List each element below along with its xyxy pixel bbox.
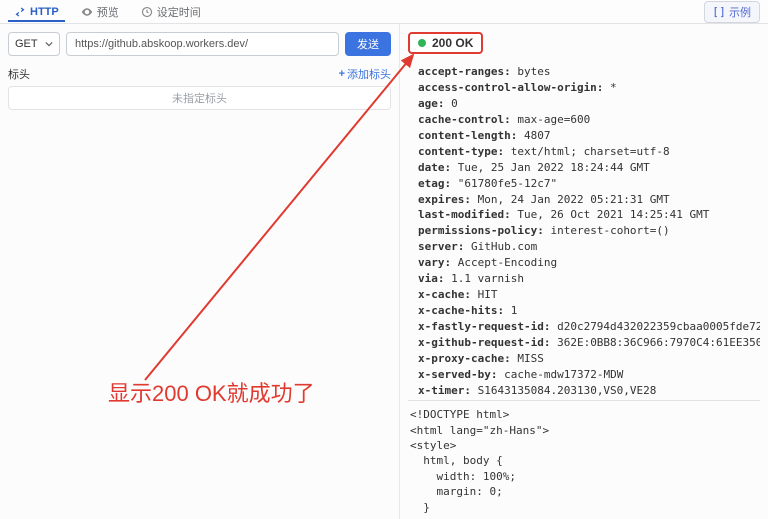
response-header-value: Accept-Encoding	[451, 256, 557, 269]
response-header-value: GitHub.com	[464, 240, 537, 253]
response-header-name: expires:	[418, 193, 471, 206]
response-header-name: content-type:	[418, 145, 504, 158]
response-header-name: last-modified:	[418, 208, 511, 221]
response-header-row: x-cache-hits: 1	[418, 303, 758, 319]
response-header-name: via:	[418, 272, 445, 285]
response-header-value: bytes	[511, 65, 551, 78]
response-header-value: Tue, 25 Jan 2022 18:24:44 GMT	[451, 161, 650, 174]
response-header-row: x-served-by: cache-mdw17372-MDW	[418, 367, 758, 383]
response-header-row: last-modified: Tue, 26 Oct 2021 14:25:41…	[418, 207, 758, 223]
response-header-name: date:	[418, 161, 451, 174]
response-header-value: cache-mdw17372-MDW	[497, 368, 623, 381]
response-header-name: etag:	[418, 177, 451, 190]
response-header-value: 362E:0BB8:36C966:7970C4:61EE3503	[550, 336, 760, 349]
tab-preview-label: 预览	[97, 4, 119, 20]
response-header-row: permissions-policy: interest-cohort=()	[418, 223, 758, 239]
brackets-icon	[713, 6, 725, 18]
response-header-value: 1	[504, 304, 517, 317]
clock-icon	[141, 6, 153, 18]
response-header-row: x-cache: HIT	[418, 287, 758, 303]
response-header-value: MISS	[511, 352, 544, 365]
response-status: 200 OK	[408, 32, 483, 54]
response-header-name: access-control-allow-origin:	[418, 81, 603, 94]
response-header-name: server:	[418, 240, 464, 253]
response-header-name: x-timer:	[418, 384, 471, 397]
plus-icon: +	[339, 68, 345, 80]
response-header-name: permissions-policy:	[418, 224, 544, 237]
response-body: <!DOCTYPE html> <html lang="zh-Hans"> <s…	[408, 400, 760, 515]
response-header-row: vary: Accept-Encoding	[418, 255, 758, 271]
url-input[interactable]	[66, 32, 339, 56]
tab-schedule[interactable]: 设定时间	[135, 0, 207, 24]
response-header-row: etag: "61780fe5-12c7"	[418, 176, 758, 192]
response-header-value: *	[603, 81, 616, 94]
chevron-down-icon	[45, 40, 53, 48]
example-label: 示例	[729, 4, 751, 20]
response-header-name: age:	[418, 97, 445, 110]
response-header-value: Mon, 24 Jan 2022 05:21:31 GMT	[471, 193, 670, 206]
response-header-name: accept-ranges:	[418, 65, 511, 78]
response-header-name: x-github-request-id:	[418, 336, 550, 349]
response-headers-list: accept-ranges: bytesaccess-control-allow…	[408, 62, 760, 400]
response-header-row: cache-control: max-age=600	[418, 112, 758, 128]
response-header-row: content-length: 4807	[418, 128, 758, 144]
response-header-row: age: 0	[418, 96, 758, 112]
request-pane: GET 发送 标头 + 添加标头 未指定标头 显示200 OK就成功了	[0, 24, 400, 519]
add-header-label: 添加标头	[347, 66, 391, 82]
response-header-value: 0	[445, 97, 458, 110]
http-method-select[interactable]: GET	[8, 32, 60, 56]
response-pane: 200 OK accept-ranges: bytesaccess-contro…	[400, 24, 768, 519]
tab-schedule-label: 设定时间	[157, 4, 201, 20]
top-tabbar: HTTP 预览 设定时间 示例	[0, 0, 768, 24]
response-header-row: content-type: text/html; charset=utf-8	[418, 144, 758, 160]
response-header-name: x-cache:	[418, 288, 471, 301]
response-header-value: 4807	[517, 129, 550, 142]
method-value: GET	[15, 38, 38, 50]
response-header-value: 1.1 varnish	[445, 272, 524, 285]
response-header-value: text/html; charset=utf-8	[504, 145, 670, 158]
response-header-name: cache-control:	[418, 113, 511, 126]
response-header-row: accept-ranges: bytes	[418, 64, 758, 80]
response-header-name: vary:	[418, 256, 451, 269]
response-header-row: access-control-allow-origin: *	[418, 80, 758, 96]
response-header-row: expires: Mon, 24 Jan 2022 05:21:31 GMT	[418, 192, 758, 208]
response-header-name: x-cache-hits:	[418, 304, 504, 317]
eye-icon	[81, 6, 93, 18]
response-header-name: content-length:	[418, 129, 517, 142]
response-header-row: via: 1.1 varnish	[418, 271, 758, 287]
annotation-text: 显示200 OK就成功了	[108, 376, 315, 408]
response-header-value: interest-cohort=()	[544, 224, 670, 237]
response-header-row: date: Tue, 25 Jan 2022 18:24:44 GMT	[418, 160, 758, 176]
example-button[interactable]: 示例	[704, 1, 760, 23]
response-header-name: x-proxy-cache:	[418, 352, 511, 365]
headers-empty-placeholder: 未指定标头	[8, 86, 391, 110]
response-header-row: x-proxy-cache: MISS	[418, 351, 758, 367]
swap-icon	[14, 6, 26, 18]
response-header-value: Tue, 26 Oct 2021 14:25:41 GMT	[511, 208, 710, 221]
response-header-value: max-age=600	[511, 113, 590, 126]
response-header-name: x-fastly-request-id:	[418, 320, 550, 333]
response-header-name: x-served-by:	[418, 368, 497, 381]
tab-http-label: HTTP	[30, 6, 59, 18]
response-header-value: HIT	[471, 288, 498, 301]
tab-preview[interactable]: 预览	[75, 0, 125, 24]
response-header-value: "61780fe5-12c7"	[451, 177, 557, 190]
status-dot-icon	[418, 39, 426, 47]
send-button[interactable]: 发送	[345, 32, 391, 56]
response-header-row: server: GitHub.com	[418, 239, 758, 255]
response-header-row: x-github-request-id: 362E:0BB8:36C966:79…	[418, 335, 758, 351]
add-header-button[interactable]: + 添加标头	[339, 66, 391, 82]
response-header-row: x-timer: S1643135084.203130,VS0,VE28	[418, 383, 758, 399]
response-header-row: x-fastly-request-id: d20c2794d432022359c…	[418, 319, 758, 335]
response-header-value: d20c2794d432022359cbaa0005fde72f7805d5f4	[550, 320, 760, 333]
status-text: 200 OK	[432, 36, 473, 50]
headers-title: 标头	[8, 66, 30, 82]
response-header-value: S1643135084.203130,VS0,VE28	[471, 384, 656, 397]
tab-http[interactable]: HTTP	[8, 2, 65, 22]
